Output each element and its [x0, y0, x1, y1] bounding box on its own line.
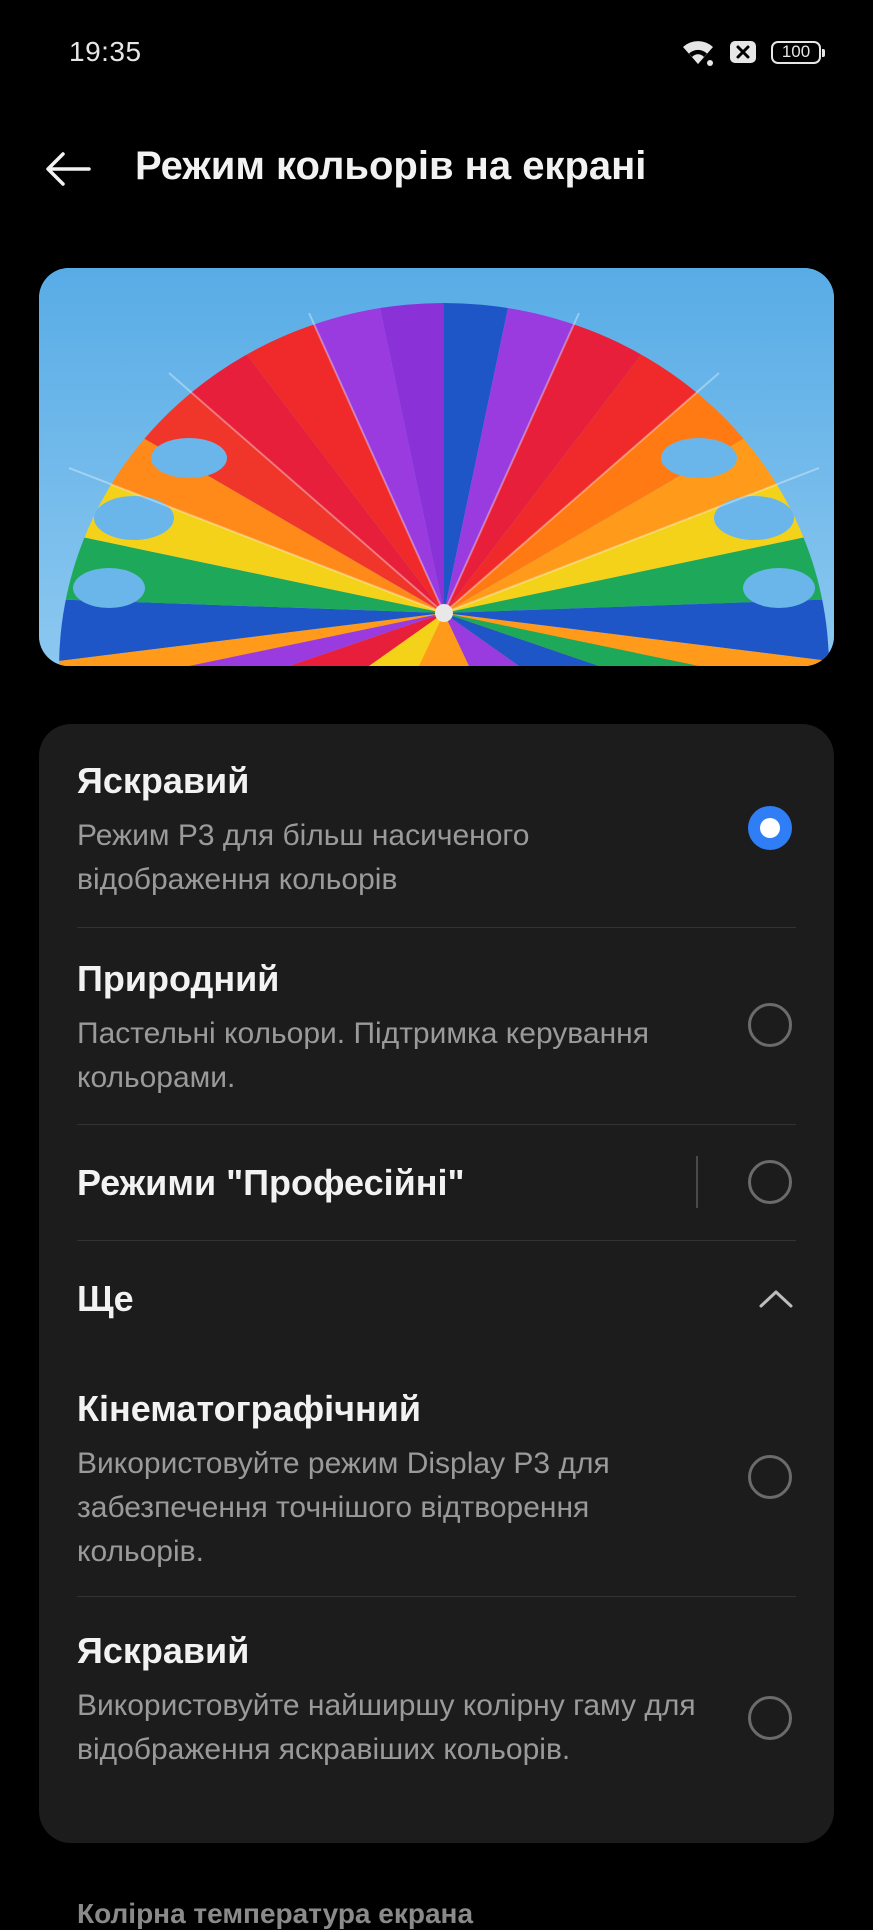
divider — [77, 1596, 796, 1597]
app-header: Режим кольорів на екрані — [0, 120, 873, 220]
option-vivid-wide[interactable]: Яскравий Використовуйте найширшу колірну… — [77, 1630, 796, 1772]
battery-level: 100 — [781, 42, 811, 61]
radio-vivid-wide[interactable] — [748, 1696, 792, 1740]
status-time: 19:35 — [69, 36, 142, 67]
option-vivid[interactable]: Яскравий Режим P3 для більш насиченого в… — [77, 760, 796, 902]
divider — [77, 1240, 796, 1241]
vertical-separator — [696, 1156, 698, 1208]
divider — [77, 1124, 796, 1125]
arrow-left-icon — [45, 151, 91, 192]
divider — [77, 927, 796, 928]
radio-natural[interactable] — [748, 1003, 792, 1047]
option-natural[interactable]: Природний Пастельні кольори. Підтримка к… — [77, 958, 796, 1100]
option-title: Режими "Професійні" — [77, 1162, 465, 1203]
status-bar: 19:35 100 — [0, 0, 873, 104]
status-icons: 100 — [681, 36, 825, 68]
option-description: Використовуйте режим Display P3 для забе… — [77, 1447, 610, 1568]
notification-x-icon — [729, 40, 757, 64]
option-description: Пастельні кольори. Підтримка керування к… — [77, 1017, 649, 1094]
color-mode-options-card: Яскравий Режим P3 для більш насиченого в… — [39, 724, 834, 1843]
chevron-up-icon[interactable] — [756, 1284, 796, 1314]
radio-cinematic[interactable] — [748, 1455, 792, 1499]
option-professional[interactable]: Режими "Професійні" — [77, 1162, 796, 1204]
color-temperature-label: Колірна температура екрана — [77, 1898, 474, 1929]
radio-vivid[interactable] — [748, 806, 792, 850]
battery-icon: 100 — [771, 40, 825, 64]
radio-professional[interactable] — [748, 1160, 792, 1204]
option-cinematic[interactable]: Кінематографічний Використовуйте режим D… — [77, 1388, 796, 1574]
wifi-icon — [681, 38, 715, 66]
preview-image — [39, 268, 834, 666]
page-title: Режим кольорів на екрані — [135, 144, 647, 188]
option-description: Режим P3 для більш насиченого відображен… — [77, 819, 530, 896]
option-title: Яскравий — [77, 760, 250, 801]
parachute-illustration — [39, 268, 834, 666]
more-section-label[interactable]: Ще — [77, 1278, 134, 1320]
option-title: Природний — [77, 958, 280, 999]
option-title: Яскравий — [77, 1630, 250, 1671]
option-description: Використовуйте найширшу колірну гаму для… — [77, 1689, 696, 1766]
option-title: Кінематографічний — [77, 1388, 422, 1429]
back-button[interactable] — [38, 146, 98, 196]
